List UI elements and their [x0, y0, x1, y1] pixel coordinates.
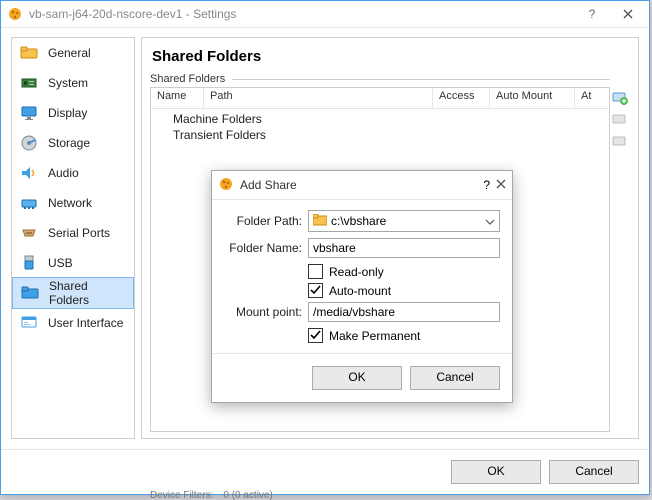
status-device-filters-label: Device Filters:	[150, 490, 213, 500]
table-row[interactable]: Transient Folders	[151, 127, 609, 143]
dialog-title: Add Share	[240, 178, 477, 192]
table-row[interactable]: Machine Folders	[151, 111, 609, 127]
dialog-help-button[interactable]: ?	[483, 178, 490, 192]
auto-mount-label: Auto-mount	[329, 284, 391, 298]
user-interface-icon	[20, 314, 38, 332]
mount-point-input[interactable]	[308, 302, 500, 322]
folder-path-label: Folder Path:	[224, 214, 302, 228]
sidebar-item-label: Network	[48, 196, 92, 210]
table-header: Name Path Access Auto Mount At	[151, 88, 609, 109]
edit-share-button[interactable]	[611, 110, 629, 128]
sidebar-item-label: USB	[48, 256, 73, 270]
sidebar-item-display[interactable]: Display	[12, 98, 134, 128]
col-path[interactable]: Path	[204, 88, 433, 108]
audio-icon	[20, 164, 38, 182]
col-at[interactable]: At	[575, 88, 609, 108]
chevron-down-icon	[485, 214, 495, 228]
read-only-label: Read-only	[329, 265, 384, 279]
col-name[interactable]: Name	[151, 88, 204, 108]
dialog-close-button[interactable]	[496, 178, 506, 192]
sidebar-item-label: User Interface	[48, 316, 123, 330]
help-button[interactable]: ?	[577, 4, 607, 24]
system-icon	[20, 74, 38, 92]
make-permanent-checkbox[interactable]	[308, 328, 323, 343]
dialog-titlebar: Add Share ?	[212, 171, 512, 200]
pane-header: Shared Folders	[150, 44, 610, 73]
storage-icon	[20, 134, 38, 152]
group-label: Shared Folders	[150, 73, 610, 85]
make-permanent-label: Make Permanent	[329, 329, 420, 343]
status-strip: Device Filters: 0 (0 active)	[150, 490, 273, 500]
sidebar-item-label: General	[48, 46, 91, 60]
sidebar-item-label: Display	[48, 106, 87, 120]
folder-path-value: c:\vbshare	[331, 214, 386, 228]
col-auto-mount[interactable]: Auto Mount	[490, 88, 575, 108]
close-button[interactable]	[613, 4, 643, 24]
folder-name-label: Folder Name:	[224, 241, 302, 255]
sidebar-item-label: Shared Folders	[49, 279, 125, 307]
app-icon	[218, 176, 234, 195]
window-title: vb-sam-j64-20d-nscore-dev1 - Settings	[29, 7, 571, 21]
network-icon	[20, 194, 38, 212]
app-icon	[7, 6, 23, 22]
sidebar-item-label: Audio	[48, 166, 79, 180]
sidebar-item-storage[interactable]: Storage	[12, 128, 134, 158]
settings-footer: OK Cancel	[1, 449, 649, 494]
usb-icon	[20, 254, 38, 272]
auto-mount-checkbox[interactable]	[308, 283, 323, 298]
serial-ports-icon	[20, 224, 38, 242]
display-icon	[20, 104, 38, 122]
settings-sidebar: General System Display Storage Audio	[11, 37, 135, 439]
folder-path-combobox[interactable]: c:\vbshare	[308, 210, 500, 232]
read-only-checkbox[interactable]	[308, 264, 323, 279]
shared-folders-icon	[21, 284, 39, 302]
status-device-filters-value: 0 (0 active)	[223, 490, 272, 500]
sidebar-item-user-interface[interactable]: User Interface	[12, 308, 134, 338]
sidebar-item-label: Storage	[48, 136, 90, 150]
folder-name-input[interactable]	[308, 238, 500, 258]
window-titlebar: vb-sam-j64-20d-nscore-dev1 - Settings ?	[1, 1, 649, 28]
general-icon	[20, 44, 38, 62]
sidebar-item-audio[interactable]: Audio	[12, 158, 134, 188]
sidebar-item-system[interactable]: System	[12, 68, 134, 98]
sidebar-item-label: Serial Ports	[48, 226, 110, 240]
mount-point-label: Mount point:	[224, 305, 302, 319]
add-share-button[interactable]	[611, 88, 629, 106]
sidebar-item-network[interactable]: Network	[12, 188, 134, 218]
dialog-cancel-button[interactable]: Cancel	[410, 366, 500, 390]
cancel-button[interactable]: Cancel	[549, 460, 639, 484]
sidebar-item-usb[interactable]: USB	[12, 248, 134, 278]
dialog-ok-button[interactable]: OK	[312, 366, 402, 390]
sidebar-item-serial-ports[interactable]: Serial Ports	[12, 218, 134, 248]
sidebar-item-shared-folders[interactable]: Shared Folders	[12, 277, 134, 309]
sidebar-item-general[interactable]: General	[12, 38, 134, 68]
col-access[interactable]: Access	[433, 88, 490, 108]
sidebar-item-label: System	[48, 76, 88, 90]
ok-button[interactable]: OK	[451, 460, 541, 484]
add-share-dialog: Add Share ? Folder Path: c:\vbshare Fold…	[211, 170, 513, 403]
remove-share-button[interactable]	[611, 132, 629, 150]
folder-icon	[313, 214, 327, 229]
